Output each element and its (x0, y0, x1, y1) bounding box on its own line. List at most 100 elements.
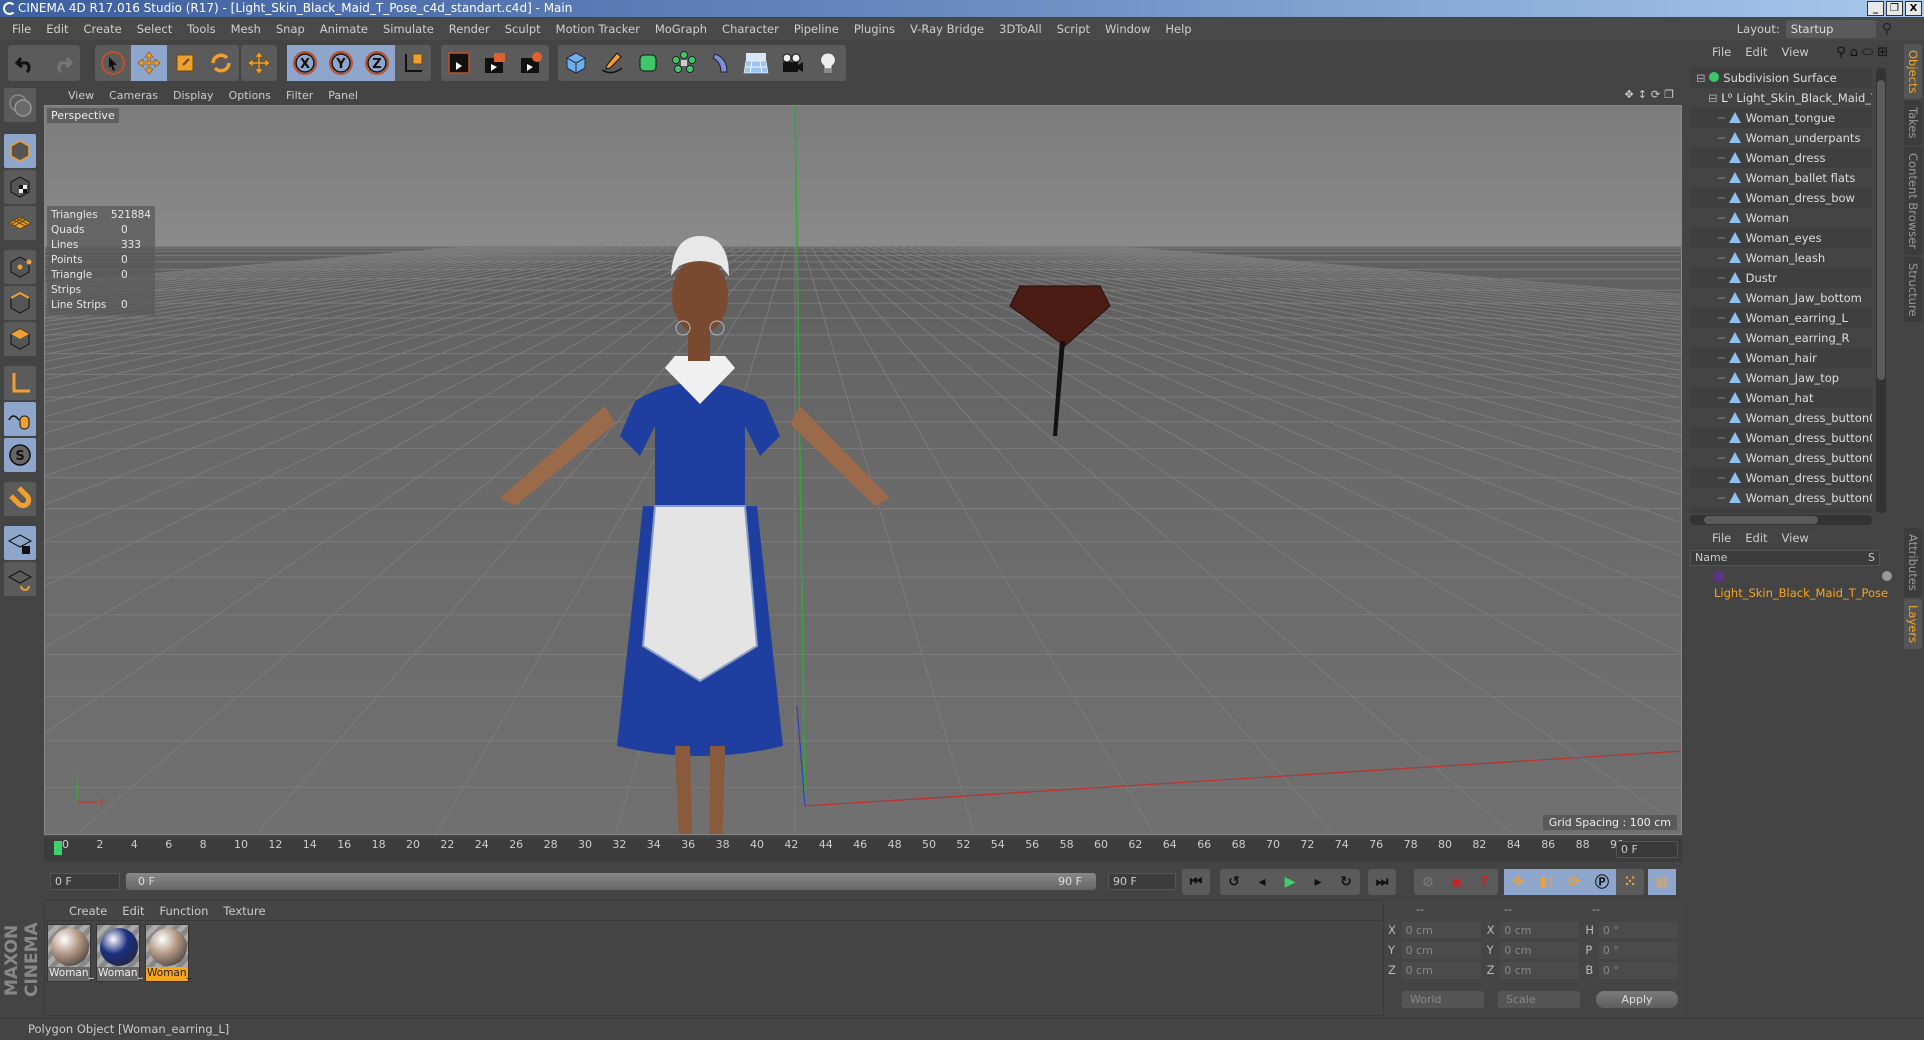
object-row[interactable]: ─ Woman_dress_button07 (1690, 428, 1872, 448)
pan-icon[interactable]: ✥ (1624, 88, 1633, 101)
redo-icon[interactable] (44, 45, 80, 81)
y-axis-icon[interactable]: Y (323, 45, 359, 81)
size-field[interactable]: 0 cm (1500, 921, 1580, 939)
object-row-root[interactable]: ⊟ Subdivision Surface (1690, 68, 1872, 88)
cube-icon[interactable] (558, 45, 594, 81)
menu-help[interactable]: Help (1165, 22, 1191, 36)
material-menu-function[interactable]: Function (160, 904, 209, 918)
viewport-menu-display[interactable]: Display (173, 89, 214, 102)
material-menu-texture[interactable]: Texture (223, 904, 265, 918)
object-row[interactable]: ─ Woman_underpants (1690, 128, 1872, 148)
name-column[interactable]: Name (1695, 551, 1727, 564)
menu-mograph[interactable]: MoGraph (655, 22, 707, 36)
search-icon[interactable]: ⚲ (1882, 21, 1892, 37)
subdivision-icon[interactable] (630, 45, 666, 81)
menu-simulate[interactable]: Simulate (383, 22, 434, 36)
object-row[interactable]: ─ Woman_dress_button01 (1690, 448, 1872, 468)
move-icon[interactable] (131, 45, 167, 81)
object-tree-vscrollbar[interactable] (1876, 68, 1886, 513)
menu-script[interactable]: Script (1057, 22, 1090, 36)
start-frame-field[interactable]: 0 F (50, 873, 120, 890)
layer-menu-view[interactable]: View (1782, 531, 1809, 545)
timeline-window-icon[interactable]: ▦ (1648, 869, 1676, 895)
object-row-group[interactable]: ⊟ L⁰Light_Skin_Black_Maid_T_Pose (1690, 88, 1872, 108)
menu-character[interactable]: Character (722, 22, 779, 36)
model-mode-icon[interactable] (4, 134, 36, 168)
3d-viewport[interactable]: Perspective Triangles 521884 Quads 0 Lines 33… (44, 105, 1682, 835)
object-row[interactable]: ─ Woman_dress_bow (1690, 188, 1872, 208)
menu-file[interactable]: File (12, 22, 31, 36)
key-pla-icon[interactable]: ⁙ (1616, 869, 1644, 895)
pen-icon[interactable] (594, 45, 630, 81)
apply-button[interactable]: Apply (1596, 991, 1678, 1008)
home-icon[interactable]: ⌂ (1850, 45, 1858, 60)
menu-edit[interactable]: Edit (46, 22, 68, 36)
size-field[interactable]: 0 cm (1500, 961, 1580, 979)
menu-3dtoall[interactable]: 3DToAll (999, 22, 1042, 36)
menu-sculpt[interactable]: Sculpt (505, 22, 541, 36)
menu-render[interactable]: Render (449, 22, 490, 36)
orbit-icon[interactable]: ⟳ (1651, 88, 1660, 101)
rotation-field[interactable]: 0 ° (1598, 921, 1679, 939)
rotation-field[interactable]: 0 ° (1598, 961, 1679, 979)
minimize-button[interactable]: _ (1867, 1, 1884, 16)
object-row[interactable]: ─ Woman_tongue (1690, 108, 1872, 128)
solo-icon[interactable]: S (4, 438, 36, 472)
layout-dropdown[interactable]: Startup (1785, 20, 1876, 38)
tab-attributes[interactable]: Attributes (1904, 528, 1922, 597)
lock-workplane-icon[interactable] (4, 526, 36, 560)
material-swatch[interactable]: Woman_ (96, 924, 143, 982)
end-frame-field[interactable]: 90 F (1108, 873, 1176, 890)
layer-color-swatch[interactable] (1714, 571, 1724, 581)
menu-snap[interactable]: Snap (276, 22, 305, 36)
rotate-icon[interactable] (203, 45, 239, 81)
object-row[interactable]: ─ Woman_earring_L (1690, 308, 1872, 328)
object-tree-hscrollbar[interactable] (1690, 515, 1872, 525)
object-row[interactable]: ─ Woman_dress_button06 (1690, 408, 1872, 428)
object-row[interactable]: ─ Dustr (1690, 268, 1872, 288)
workplane-mode-icon[interactable] (4, 206, 36, 240)
record-icon[interactable]: ◉ (1442, 869, 1470, 895)
make-editable-icon[interactable] (4, 88, 36, 122)
keyframe-selection-icon[interactable]: ⊘ (1414, 869, 1442, 895)
deformer-icon[interactable] (702, 45, 738, 81)
tab-takes[interactable]: Takes (1904, 101, 1922, 145)
menu-pipeline[interactable]: Pipeline (794, 22, 839, 36)
position-field[interactable]: 0 cm (1401, 961, 1481, 979)
object-menu-file[interactable]: File (1712, 45, 1731, 59)
solo-column[interactable]: S (1868, 551, 1875, 565)
viewport-menu-panel[interactable]: Panel (328, 89, 358, 102)
size-field[interactable]: 0 cm (1500, 941, 1580, 959)
polygons-mode-icon[interactable] (4, 322, 36, 356)
object-row[interactable]: ─ Woman_dress_button03 (1690, 488, 1872, 508)
coordinate-space-dropdown[interactable]: World (1402, 991, 1484, 1008)
menu-select[interactable]: Select (137, 22, 172, 36)
object-row[interactable]: ─ Woman_dress (1690, 148, 1872, 168)
viewport-menu-cameras[interactable]: Cameras (109, 89, 158, 102)
object-row[interactable]: ─ Woman_leash (1690, 248, 1872, 268)
layer-row[interactable]: Light_Skin_Black_Maid_T_Pose (1690, 568, 1892, 600)
restore-button[interactable]: ❐ (1886, 1, 1903, 16)
menu-v-ray-bridge[interactable]: V-Ray Bridge (910, 22, 984, 36)
material-swatch[interactable]: Woman_ (145, 924, 192, 982)
object-row[interactable]: ─ Woman_dress_button02 (1690, 468, 1872, 488)
z-axis-icon[interactable]: Z (359, 45, 395, 81)
go-to-start-icon[interactable]: ⏮ (1182, 869, 1210, 895)
viewport-menu-filter[interactable]: Filter (286, 89, 313, 102)
live-selection-icon[interactable] (95, 45, 131, 81)
current-frame-field[interactable]: 0 F (1616, 841, 1678, 858)
menu-tools[interactable]: Tools (187, 22, 215, 36)
object-menu-view[interactable]: View (1782, 45, 1809, 59)
camera-icon[interactable] (774, 45, 810, 81)
object-row[interactable]: ─ Woman_ballet flats (1690, 168, 1872, 188)
object-row[interactable]: ─ Woman_eyes (1690, 228, 1872, 248)
close-button[interactable]: X (1905, 1, 1922, 16)
play-icon[interactable]: ▶ (1276, 869, 1304, 895)
next-frame-icon[interactable]: ▸ (1304, 869, 1332, 895)
cloner-icon[interactable] (666, 45, 702, 81)
dolly-icon[interactable]: ↕ (1638, 88, 1647, 101)
texture-mode-icon[interactable] (4, 170, 36, 204)
frame-ruler[interactable]: 0 2 4 6 8 10 12 14 16 18 20 22 24 26 28 30 32 34 36 38 40 42 4… (54, 838, 1624, 860)
object-row[interactable]: ─ Woman (1690, 208, 1872, 228)
tab-structure[interactable]: Structure (1904, 256, 1922, 323)
